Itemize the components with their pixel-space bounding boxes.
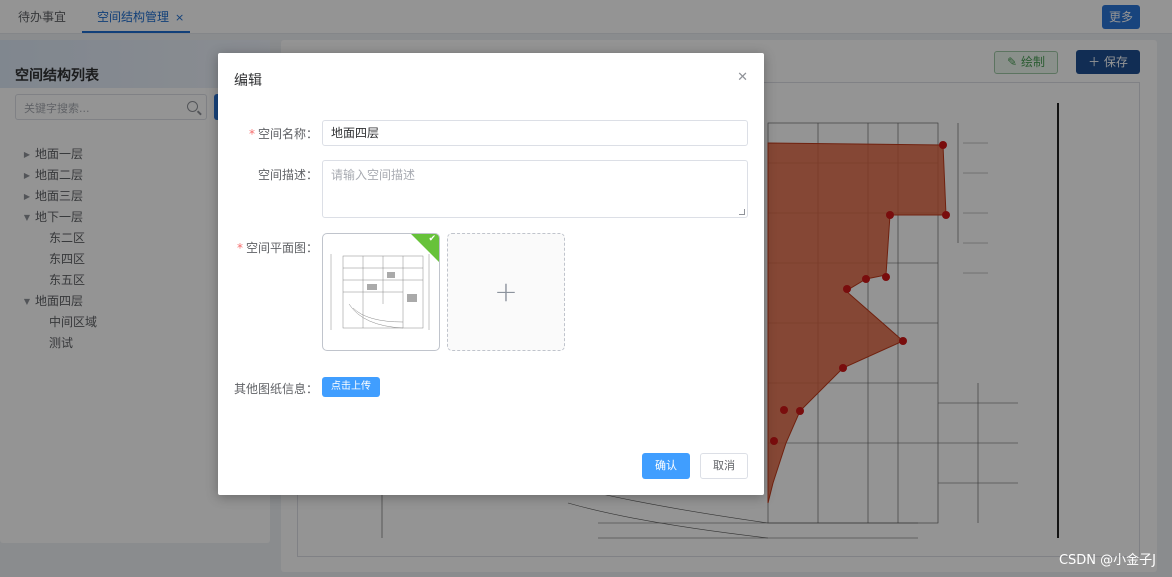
other-drawings-label: 其他图纸信息： xyxy=(233,382,318,396)
close-icon[interactable]: ✕ xyxy=(737,70,748,85)
resize-handle[interactable] xyxy=(739,209,745,215)
confirm-button[interactable]: 确认 xyxy=(642,453,690,479)
space-name-input[interactable]: 地面四层 xyxy=(322,120,748,146)
watermark: CSDN @小金子J xyxy=(1058,553,1156,568)
cancel-button[interactable]: 取消 xyxy=(700,453,748,479)
click-upload-button[interactable]: 点击上传 xyxy=(322,377,380,397)
space-desc-textarea[interactable]: 请输入空间描述 xyxy=(322,160,748,218)
dialog-title: 编辑 xyxy=(234,73,262,89)
space-name-label: * 空间名称： xyxy=(248,127,318,141)
space-desc-placeholder: 请输入空间描述 xyxy=(331,168,416,182)
upload-plan-button[interactable]: + xyxy=(447,233,565,351)
required-mark: * xyxy=(236,241,243,255)
edit-dialog: 编辑 ✕ *空间名称： 地面四层 空间描述： 请输入空间描述 *空间平面图： xyxy=(218,53,764,495)
required-mark: * xyxy=(248,127,255,141)
check-icon: ✔ xyxy=(428,234,436,244)
plan-thumbnail-image xyxy=(330,254,430,330)
floor-plan-thumbnail[interactable]: ✔ xyxy=(322,233,440,351)
space-name-value: 地面四层 xyxy=(331,126,380,140)
space-plan-label: * 空间平面图： xyxy=(236,241,318,255)
space-desc-label: 空间描述： xyxy=(257,168,318,182)
plus-icon: + xyxy=(494,275,518,308)
